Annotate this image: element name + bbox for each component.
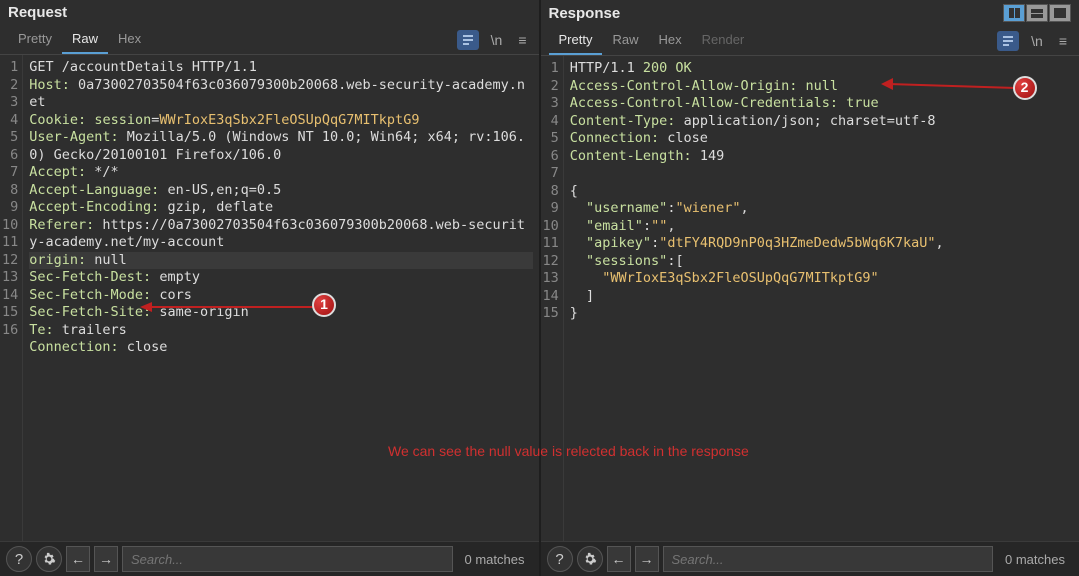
annotation-arrow-1 xyxy=(140,301,315,313)
search-input[interactable] xyxy=(663,546,994,572)
tab-pretty[interactable]: Pretty xyxy=(8,25,62,54)
view-toggles xyxy=(1003,4,1071,22)
next-icon[interactable]: → xyxy=(94,546,118,572)
response-tabs: Pretty Raw Hex Render \n ≡ xyxy=(541,26,1079,56)
view-split-horizontal[interactable] xyxy=(1026,4,1048,22)
action-button[interactable] xyxy=(997,31,1019,51)
request-header: Request xyxy=(0,0,539,25)
tab-render[interactable]: Render xyxy=(692,26,755,55)
request-code[interactable]: 12345678910111213141516 GET /accountDeta… xyxy=(0,55,539,541)
response-header: Response xyxy=(541,0,1079,26)
match-count: 0 matches xyxy=(997,552,1073,567)
tab-hex[interactable]: Hex xyxy=(648,26,691,55)
request-panel: Request Pretty Raw Hex \n ≡ 123456789101… xyxy=(0,0,539,576)
prev-icon[interactable]: ← xyxy=(607,546,631,572)
request-title: Request xyxy=(8,4,67,21)
annotation-text: We can see the null value is relected ba… xyxy=(388,443,749,459)
request-footer: ? ← → 0 matches xyxy=(0,541,539,576)
response-footer: ? ← → 0 matches xyxy=(541,541,1079,576)
tab-pretty[interactable]: Pretty xyxy=(549,26,603,55)
action-button[interactable] xyxy=(457,30,479,50)
response-code[interactable]: 123456789101112131415 HTTP/1.1 200 OKAcc… xyxy=(541,56,1079,541)
annotation-badge-2: 2 xyxy=(1013,76,1037,100)
gear-icon[interactable] xyxy=(36,546,62,572)
help-icon[interactable]: ? xyxy=(6,546,32,572)
annotation-badge-1: 1 xyxy=(312,293,336,317)
annotation-arrow-2 xyxy=(881,78,1016,94)
request-tabs: Pretty Raw Hex \n ≡ xyxy=(0,25,539,55)
match-count: 0 matches xyxy=(457,552,533,567)
view-single[interactable] xyxy=(1049,4,1071,22)
gear-icon[interactable] xyxy=(577,546,603,572)
newline-toggle[interactable]: \n xyxy=(487,30,507,50)
search-input[interactable] xyxy=(122,546,453,572)
menu-icon[interactable]: ≡ xyxy=(514,30,530,50)
tab-raw[interactable]: Raw xyxy=(62,25,108,54)
tab-raw[interactable]: Raw xyxy=(602,26,648,55)
response-panel: Response Pretty Raw Hex Render \n ≡ 1234… xyxy=(541,0,1079,576)
prev-icon[interactable]: ← xyxy=(66,546,90,572)
help-icon[interactable]: ? xyxy=(547,546,573,572)
newline-toggle[interactable]: \n xyxy=(1027,31,1047,51)
tab-hex[interactable]: Hex xyxy=(108,25,151,54)
view-split-vertical[interactable] xyxy=(1003,4,1025,22)
response-title: Response xyxy=(549,5,621,22)
next-icon[interactable]: → xyxy=(635,546,659,572)
menu-icon[interactable]: ≡ xyxy=(1055,31,1071,51)
